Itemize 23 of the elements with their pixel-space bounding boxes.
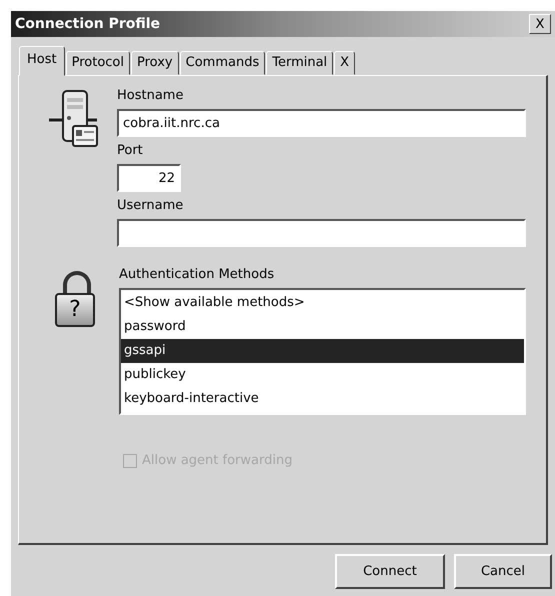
dialog-button[interactable]: Cancel	[454, 554, 552, 589]
tab[interactable]: Terminal	[266, 51, 334, 75]
tab[interactable]: Proxy	[131, 51, 179, 75]
field-label: Username	[117, 198, 184, 214]
hostname-field[interactable]: cobra.iit.nrc.ca	[117, 109, 526, 137]
server-icon	[49, 88, 99, 150]
dialog-button[interactable]: Connect	[335, 554, 445, 589]
close-button[interactable]: X	[529, 14, 551, 34]
tab[interactable]: Commands	[180, 51, 266, 75]
list-item[interactable]: password	[121, 315, 524, 339]
list-item[interactable]: publickey	[121, 363, 524, 387]
list-item[interactable]: gssapi	[121, 339, 524, 363]
port-field[interactable]: 22	[117, 164, 181, 192]
field-label: Hostname	[117, 88, 184, 104]
list-label: Authentication Methods	[119, 267, 274, 283]
tab[interactable]: Protocol	[66, 51, 130, 75]
field-label: Port	[117, 143, 143, 159]
tab[interactable]: Host	[19, 46, 65, 76]
window-title: Connection Profile	[15, 16, 160, 32]
username-field[interactable]	[117, 219, 526, 247]
list-item[interactable]: keyboard-interactive	[121, 387, 524, 411]
list-item[interactable]: <Show available methods>	[121, 291, 524, 315]
tab[interactable]: X	[334, 51, 356, 75]
